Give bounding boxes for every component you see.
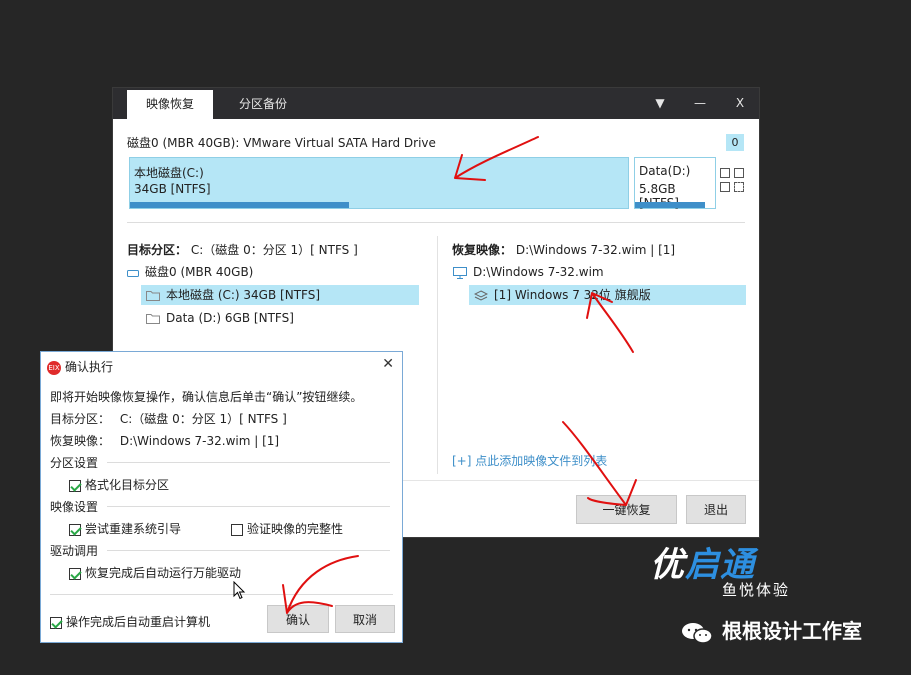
tab-partition-backup[interactable]: 分区备份 <box>221 90 305 119</box>
dialog-target-label: 目标分区： <box>50 412 111 426</box>
exit-button[interactable]: 退出 <box>686 495 746 524</box>
checkbox-auto-reboot[interactable] <box>50 616 62 629</box>
watermark-account: 根根设计工作室 <box>680 615 862 644</box>
option-format-target-label: 格式化目标分区 <box>85 478 170 492</box>
folder-icon <box>146 291 160 301</box>
tree-partition-c[interactable]: 本地磁盘 (C:) 34GB [NTFS] <box>141 285 419 305</box>
tree-disk0[interactable]: 磁盘0 (MBR 40GB) <box>127 262 327 282</box>
image-value: D:\Windows 7-32.wim | [1] <box>515 243 676 257</box>
tree-image-index-label: [1] Windows 7 32位 旗舰版 <box>494 288 651 302</box>
option-auto-reboot-label: 操作完成后自动重启计算机 <box>66 615 211 629</box>
mouse-cursor-icon <box>233 581 246 600</box>
group-divider <box>107 462 390 463</box>
dialog-target-row: 目标分区： C:（磁盘 0：分区 1）[ NTFS ] <box>50 410 287 427</box>
image-label: 恢复映像： <box>452 243 513 257</box>
checkbox-format-target[interactable] <box>69 479 81 492</box>
option-verify-image-label: 验证映像的完整性 <box>247 522 344 536</box>
section-divider <box>127 222 745 223</box>
dialog-target-value: C:（磁盘 0：分区 1）[ NTFS ] <box>119 412 287 426</box>
checkbox-verify-image[interactable] <box>231 523 243 536</box>
watermark-logo-white: 优 <box>650 545 685 585</box>
close-button[interactable]: X <box>720 88 760 119</box>
disk-count-badge[interactable]: 0 <box>726 134 744 151</box>
partition-d-usage-bar <box>635 202 706 208</box>
minimize-button[interactable]: — <box>680 88 720 119</box>
partition-c[interactable]: 本地磁盘(C:) 34GB [NTFS] <box>129 157 629 209</box>
option-auto-driver-label: 恢复完成后自动运行万能驱动 <box>85 566 242 580</box>
tree-wim-file[interactable]: D:\Windows 7-32.wim <box>453 262 733 282</box>
dialog-message: 即将开始映像恢复操作，确认信息后单击“确认”按钮继续。 <box>50 390 363 404</box>
tree-partition-d[interactable]: Data (D:) 6GB [NTFS] <box>141 308 419 328</box>
option-auto-driver[interactable]: 恢复完成后自动运行万能驱动 <box>69 564 241 581</box>
menu-dropdown-icon[interactable]: ▼ <box>640 88 680 119</box>
restore-image-header: 恢复映像： D:\Windows 7-32.wim | [1] <box>452 241 675 258</box>
group-partition-title: 分区设置 <box>50 456 99 470</box>
tree-partition-d-label: Data (D:) 6GB [NTFS] <box>166 311 294 325</box>
one-click-restore-button[interactable]: 一键恢复 <box>576 495 677 524</box>
add-image-link[interactable]: [+] 点此添加映像文件到列表 <box>452 452 607 469</box>
partition-d-name: Data(D:) <box>639 164 691 178</box>
group-divider <box>107 506 390 507</box>
disk-icon <box>127 270 139 277</box>
checkbox-rebuild-boot[interactable] <box>69 523 81 536</box>
checkbox-auto-driver[interactable] <box>69 567 81 580</box>
option-auto-reboot[interactable]: 操作完成后自动重启计算机 <box>50 613 210 630</box>
folder-icon <box>146 314 160 324</box>
option-rebuild-boot-label: 尝试重建系统引导 <box>85 522 182 536</box>
dialog-image-row: 恢复映像： D:\Windows 7-32.wim | [1] <box>50 432 279 449</box>
footer-divider <box>50 594 393 595</box>
disk-label: 磁盘0 (MBR 40GB): VMware Virtual SATA Hard… <box>127 136 436 150</box>
dialog-image-label: 恢复映像： <box>50 434 111 448</box>
watermark-subtitle: 鱼悦体验 <box>722 581 791 599</box>
confirm-dialog: EIX 确认执行 ✕ 即将开始映像恢复操作，确认信息后单击“确认”按钮继续。 目标… <box>40 351 403 643</box>
partition-c-usage-bar <box>130 202 350 208</box>
grid-view-icon[interactable] <box>720 168 746 194</box>
partition-d[interactable]: Data(D:) 5.8GB [NTFS] <box>634 157 716 210</box>
tree-partition-c-label: 本地磁盘 (C:) 34GB [NTFS] <box>166 288 321 302</box>
title-bar: 映像恢复 分区备份 ▼ — X <box>113 88 759 119</box>
tree-image-index[interactable]: [1] Windows 7 32位 旗舰版 <box>469 285 746 305</box>
target-partition-header: 目标分区： C:（磁盘 0：分区 1）[ NTFS ] <box>127 241 358 258</box>
dialog-title: 确认执行 <box>65 360 114 374</box>
confirm-button[interactable]: 确认 <box>267 605 329 633</box>
group-image-title: 映像设置 <box>50 500 99 514</box>
option-format-target[interactable]: 格式化目标分区 <box>69 476 169 493</box>
wechat-icon <box>682 622 713 644</box>
partition-c-name: 本地磁盘(C:) <box>134 166 204 180</box>
dialog-close-icon[interactable]: ✕ <box>382 356 394 372</box>
tree-disk0-label: 磁盘0 (MBR 40GB) <box>145 265 254 279</box>
layers-icon <box>474 289 488 301</box>
cancel-button[interactable]: 取消 <box>335 605 395 633</box>
group-divider <box>107 550 390 551</box>
target-value: C:（磁盘 0：分区 1）[ NTFS ] <box>190 243 358 257</box>
tree-wim-file-label: D:\Windows 7-32.wim <box>473 265 604 279</box>
option-rebuild-boot[interactable]: 尝试重建系统引导 <box>69 520 181 537</box>
target-label: 目标分区： <box>127 243 188 257</box>
tab-image-restore[interactable]: 映像恢复 <box>127 90 213 119</box>
partition-c-size: 34GB [NTFS] <box>134 182 211 196</box>
option-verify-image[interactable]: 验证映像的完整性 <box>231 520 343 537</box>
column-divider <box>437 236 438 474</box>
dialog-image-value: D:\Windows 7-32.wim | [1] <box>119 434 280 448</box>
app-logo-icon: EIX <box>47 360 61 375</box>
watermark-account-name: 根根设计工作室 <box>722 619 862 643</box>
group-driver-title: 驱动调用 <box>50 544 99 558</box>
dialog-title-bar: EIX 确认执行 <box>47 358 113 376</box>
monitor-icon <box>453 266 467 279</box>
